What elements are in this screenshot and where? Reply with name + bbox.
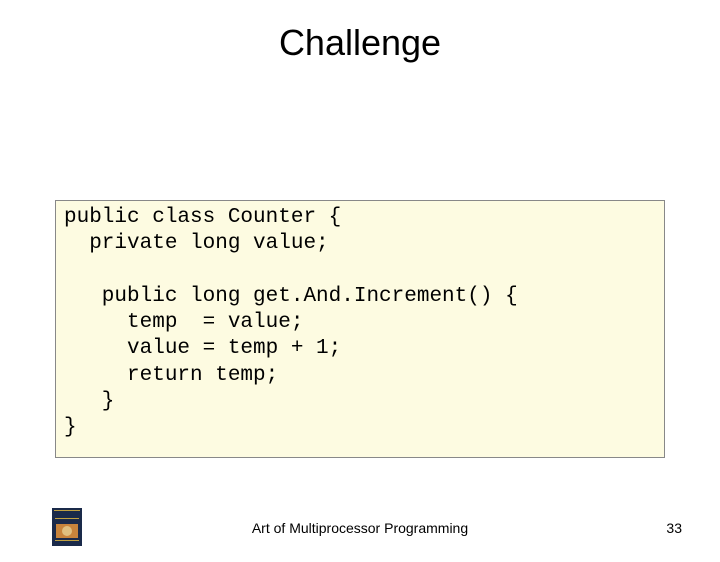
code-block: public class Counter { private long valu…	[55, 200, 665, 458]
slide-footer: Art of Multiprocessor Programming 33	[0, 508, 720, 546]
footer-caption: Art of Multiprocessor Programming	[0, 520, 720, 536]
page-number: 33	[666, 520, 682, 536]
slide-title: Challenge	[0, 22, 720, 64]
